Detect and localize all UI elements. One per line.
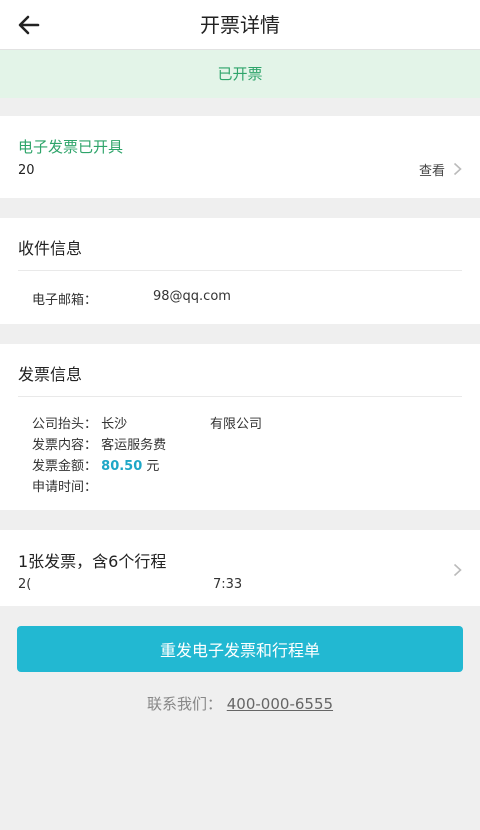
- apply-time-row: 申请时间：: [32, 476, 101, 495]
- content-label: 发票内容：: [32, 438, 98, 453]
- divider: [18, 396, 462, 397]
- content-value: 客运服务费: [101, 438, 167, 453]
- resend-invoice-button[interactable]: 重发电子发票和行程单: [17, 626, 463, 672]
- email-value: 98@qq.com: [153, 289, 231, 304]
- invoice-number: 20: [18, 163, 35, 178]
- contact-phone-link[interactable]: 400-000-6555: [227, 695, 333, 713]
- amount-unit: 元: [146, 459, 160, 474]
- content-row: 发票内容： 客运服务费: [32, 434, 166, 453]
- trip-time: 7:33: [213, 577, 243, 592]
- amount-value: 80.50: [101, 459, 143, 474]
- page-title: 开票详情: [200, 13, 280, 37]
- email-label: 电子邮箱：: [32, 293, 98, 308]
- amount-label: 发票金额：: [32, 459, 98, 474]
- company-label: 公司抬头：: [32, 417, 98, 432]
- trip-summary-title: 1张发票，含6个行程: [18, 552, 167, 571]
- company-row: 公司抬头： 长沙 有限公司: [32, 413, 262, 432]
- invoice-issued-title: 电子发票已开具: [18, 138, 124, 156]
- recipient-info-card: 收件信息 电子邮箱： 98@qq.com: [0, 218, 480, 324]
- invoice-info-card: 发票信息 公司抬头： 长沙 有限公司 发票内容： 客运服务费 发票金额： 80.…: [0, 344, 480, 510]
- company-value-suffix: 有限公司: [210, 417, 263, 432]
- email-row: 电子邮箱： 98@qq.com: [32, 289, 231, 308]
- divider: [18, 270, 462, 271]
- contact-label: 联系我们：: [146, 695, 222, 713]
- invoice-section-title: 发票信息: [18, 365, 83, 384]
- status-banner: 已开票: [0, 50, 480, 98]
- view-invoice-button[interactable]: 查看: [419, 159, 462, 179]
- invoice-issued-card[interactable]: 电子发票已开具 20 查看: [0, 116, 480, 198]
- trip-date: 2(: [18, 577, 32, 592]
- apply-time-label: 申请时间：: [32, 480, 98, 495]
- header-bar: 开票详情: [0, 0, 480, 50]
- view-label: 查看: [418, 163, 445, 179]
- trip-summary-card[interactable]: 1张发票，含6个行程 2( 7:33: [0, 530, 480, 606]
- chevron-right-icon: [453, 563, 462, 577]
- chevron-right-icon: [453, 162, 462, 176]
- company-value-prefix: 长沙: [101, 417, 128, 432]
- amount-row: 发票金额： 80.50 元: [32, 455, 159, 474]
- recipient-section-title: 收件信息: [18, 239, 83, 258]
- contact-line: 联系我们： 400-000-6555: [0, 693, 480, 714]
